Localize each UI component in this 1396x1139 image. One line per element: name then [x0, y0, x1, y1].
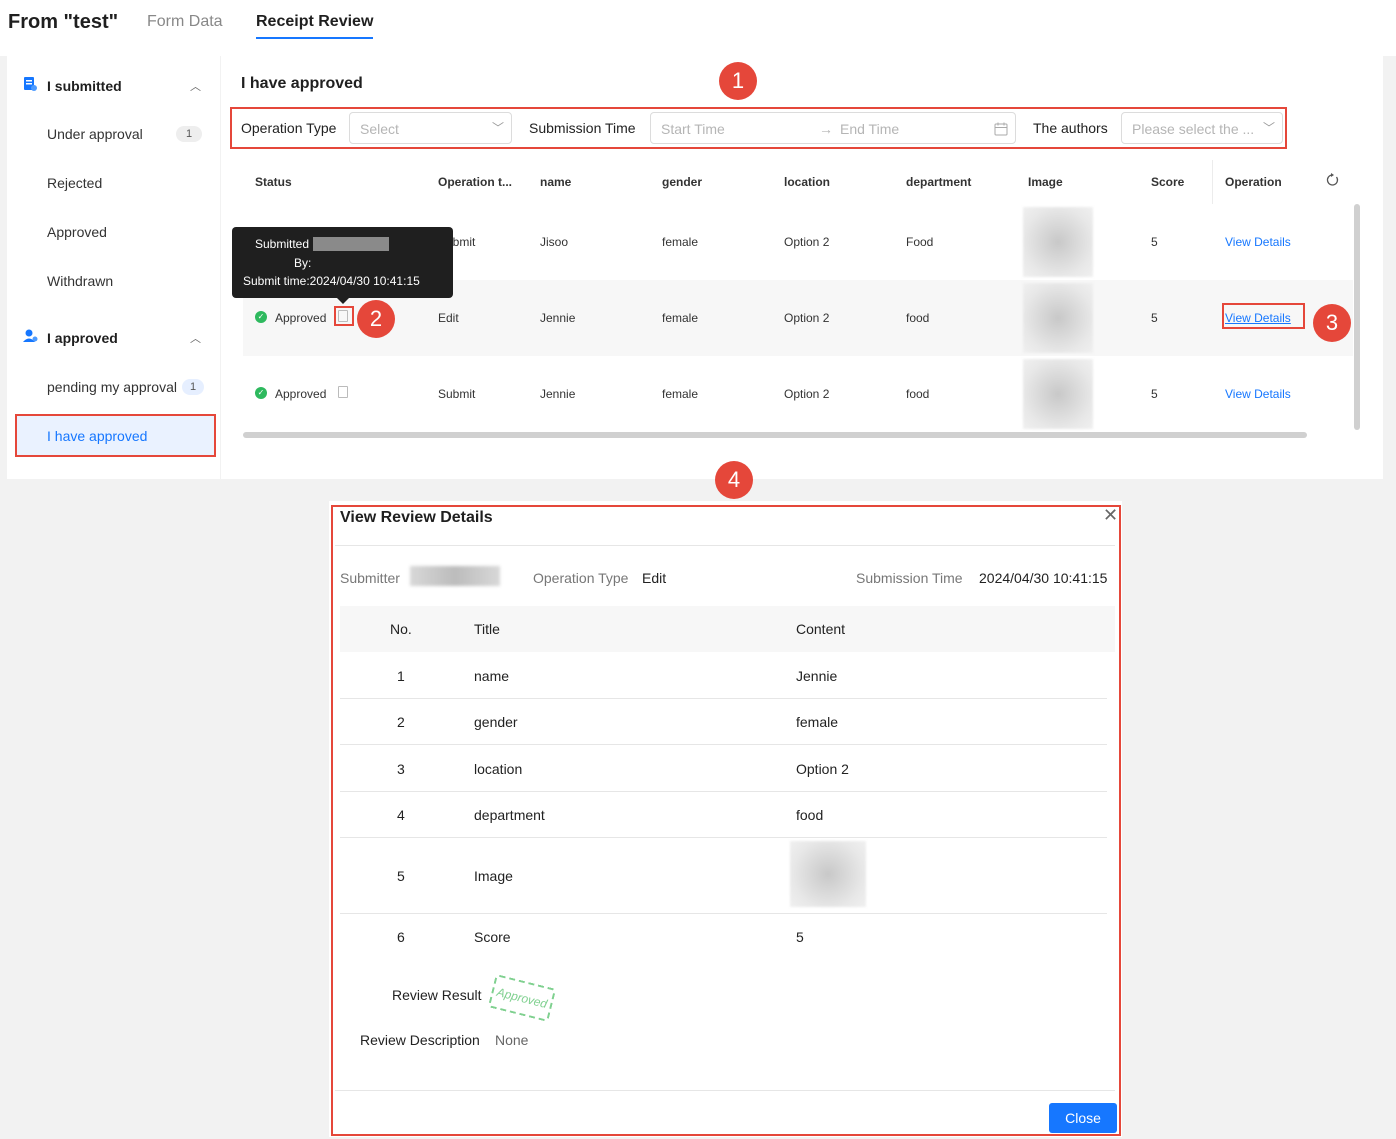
cell-department: food	[906, 311, 930, 325]
tab-receipt-review[interactable]: Receipt Review	[256, 13, 373, 31]
status-label: Approved	[275, 311, 327, 325]
cell-score: 5	[1151, 387, 1158, 401]
cell-department: food	[906, 387, 930, 401]
sidebar-item-pending-my-approval[interactable]: pending my approval	[47, 379, 177, 395]
sidebar-group-i-submitted[interactable]: I submitted	[47, 78, 122, 94]
column-header-score: Score	[1151, 175, 1185, 189]
tooltip-submit-time: Submit time:2024/04/30 10:41:15	[243, 274, 420, 288]
check-circle-icon: ✓	[255, 387, 267, 399]
approved-user-icon	[23, 329, 38, 342]
column-header-department: department	[906, 175, 972, 189]
annotation-highlight-box	[334, 306, 354, 326]
image-thumbnail[interactable]	[1023, 283, 1093, 353]
refresh-icon[interactable]	[1325, 173, 1339, 187]
cell-name: Jennie	[540, 387, 576, 401]
active-tab-indicator	[256, 37, 373, 39]
annotation-marker-1: 1	[719, 62, 757, 100]
column-header-operation-type[interactable]: Operation t...	[438, 175, 512, 189]
status-label: Approved	[275, 387, 327, 401]
view-details-link[interactable]: View Details	[1225, 387, 1291, 401]
status-tooltip: Submitted By: Submit time:2024/04/30 10:…	[232, 227, 453, 298]
sidebar-item-under-approval[interactable]: Under approval	[47, 126, 143, 142]
annotation-highlight-box	[230, 107, 1287, 149]
cell-department: Food	[906, 235, 934, 249]
column-header-location: location	[784, 175, 831, 189]
cell-location: Option 2	[784, 311, 830, 325]
sidebar-item-withdrawn[interactable]: Withdrawn	[47, 273, 113, 289]
tooltip-submitted: Submitted	[255, 237, 310, 251]
cell-operation-type: Submit	[438, 387, 476, 401]
tooltip-by: By:	[294, 256, 312, 270]
cell-gender: female	[662, 311, 699, 325]
view-details-link[interactable]: View Details	[1225, 235, 1291, 249]
column-header-gender: gender	[662, 175, 703, 189]
cell-location: Option 2	[784, 235, 830, 249]
sidebar-group-i-approved[interactable]: I approved	[47, 330, 118, 346]
check-circle-icon: ✓	[255, 311, 267, 323]
cell-score: 5	[1151, 311, 1158, 325]
image-thumbnail[interactable]	[1023, 359, 1093, 429]
annotation-marker-3: 3	[1313, 304, 1351, 342]
sidebar-item-approved[interactable]: Approved	[47, 224, 107, 240]
vertical-scrollbar[interactable]	[1354, 204, 1360, 430]
document-icon[interactable]	[338, 386, 348, 398]
image-thumbnail[interactable]	[1023, 207, 1093, 277]
annotation-highlight-box	[15, 414, 216, 457]
annotation-highlight-box	[1222, 303, 1305, 329]
horizontal-scrollbar[interactable]	[243, 432, 1307, 438]
cell-name: Jennie	[540, 311, 576, 325]
cell-gender: female	[662, 235, 699, 249]
sidebar-item-rejected[interactable]: Rejected	[47, 175, 102, 191]
tooltip-arrow	[337, 298, 349, 304]
tab-form-data[interactable]: Form Data	[147, 13, 223, 31]
count-badge: 1	[176, 126, 202, 142]
annotation-marker-4: 4	[715, 461, 753, 499]
submitted-icon	[24, 77, 37, 91]
column-header-name: name	[540, 175, 572, 189]
cell-location: Option 2	[784, 387, 830, 401]
annotation-marker-2: 2	[357, 300, 395, 338]
column-header-image: Image	[1028, 175, 1063, 189]
chevron-up-icon[interactable]: ︿	[190, 330, 201, 346]
cell-gender: female	[662, 387, 699, 401]
cell-operation-type: Edit	[438, 311, 459, 325]
annotation-highlight-box	[331, 505, 1121, 1136]
app-title: From "test"	[8, 11, 119, 33]
redacted-name	[313, 237, 389, 251]
count-badge: 1	[182, 379, 204, 395]
cell-score: 5	[1151, 235, 1158, 249]
column-header-operation: Operation	[1225, 175, 1282, 189]
chevron-up-icon[interactable]: ︿	[190, 78, 201, 94]
cell-name: Jisoo	[540, 235, 569, 249]
column-header-status: Status	[255, 175, 292, 189]
page-title: I have approved	[241, 75, 363, 92]
